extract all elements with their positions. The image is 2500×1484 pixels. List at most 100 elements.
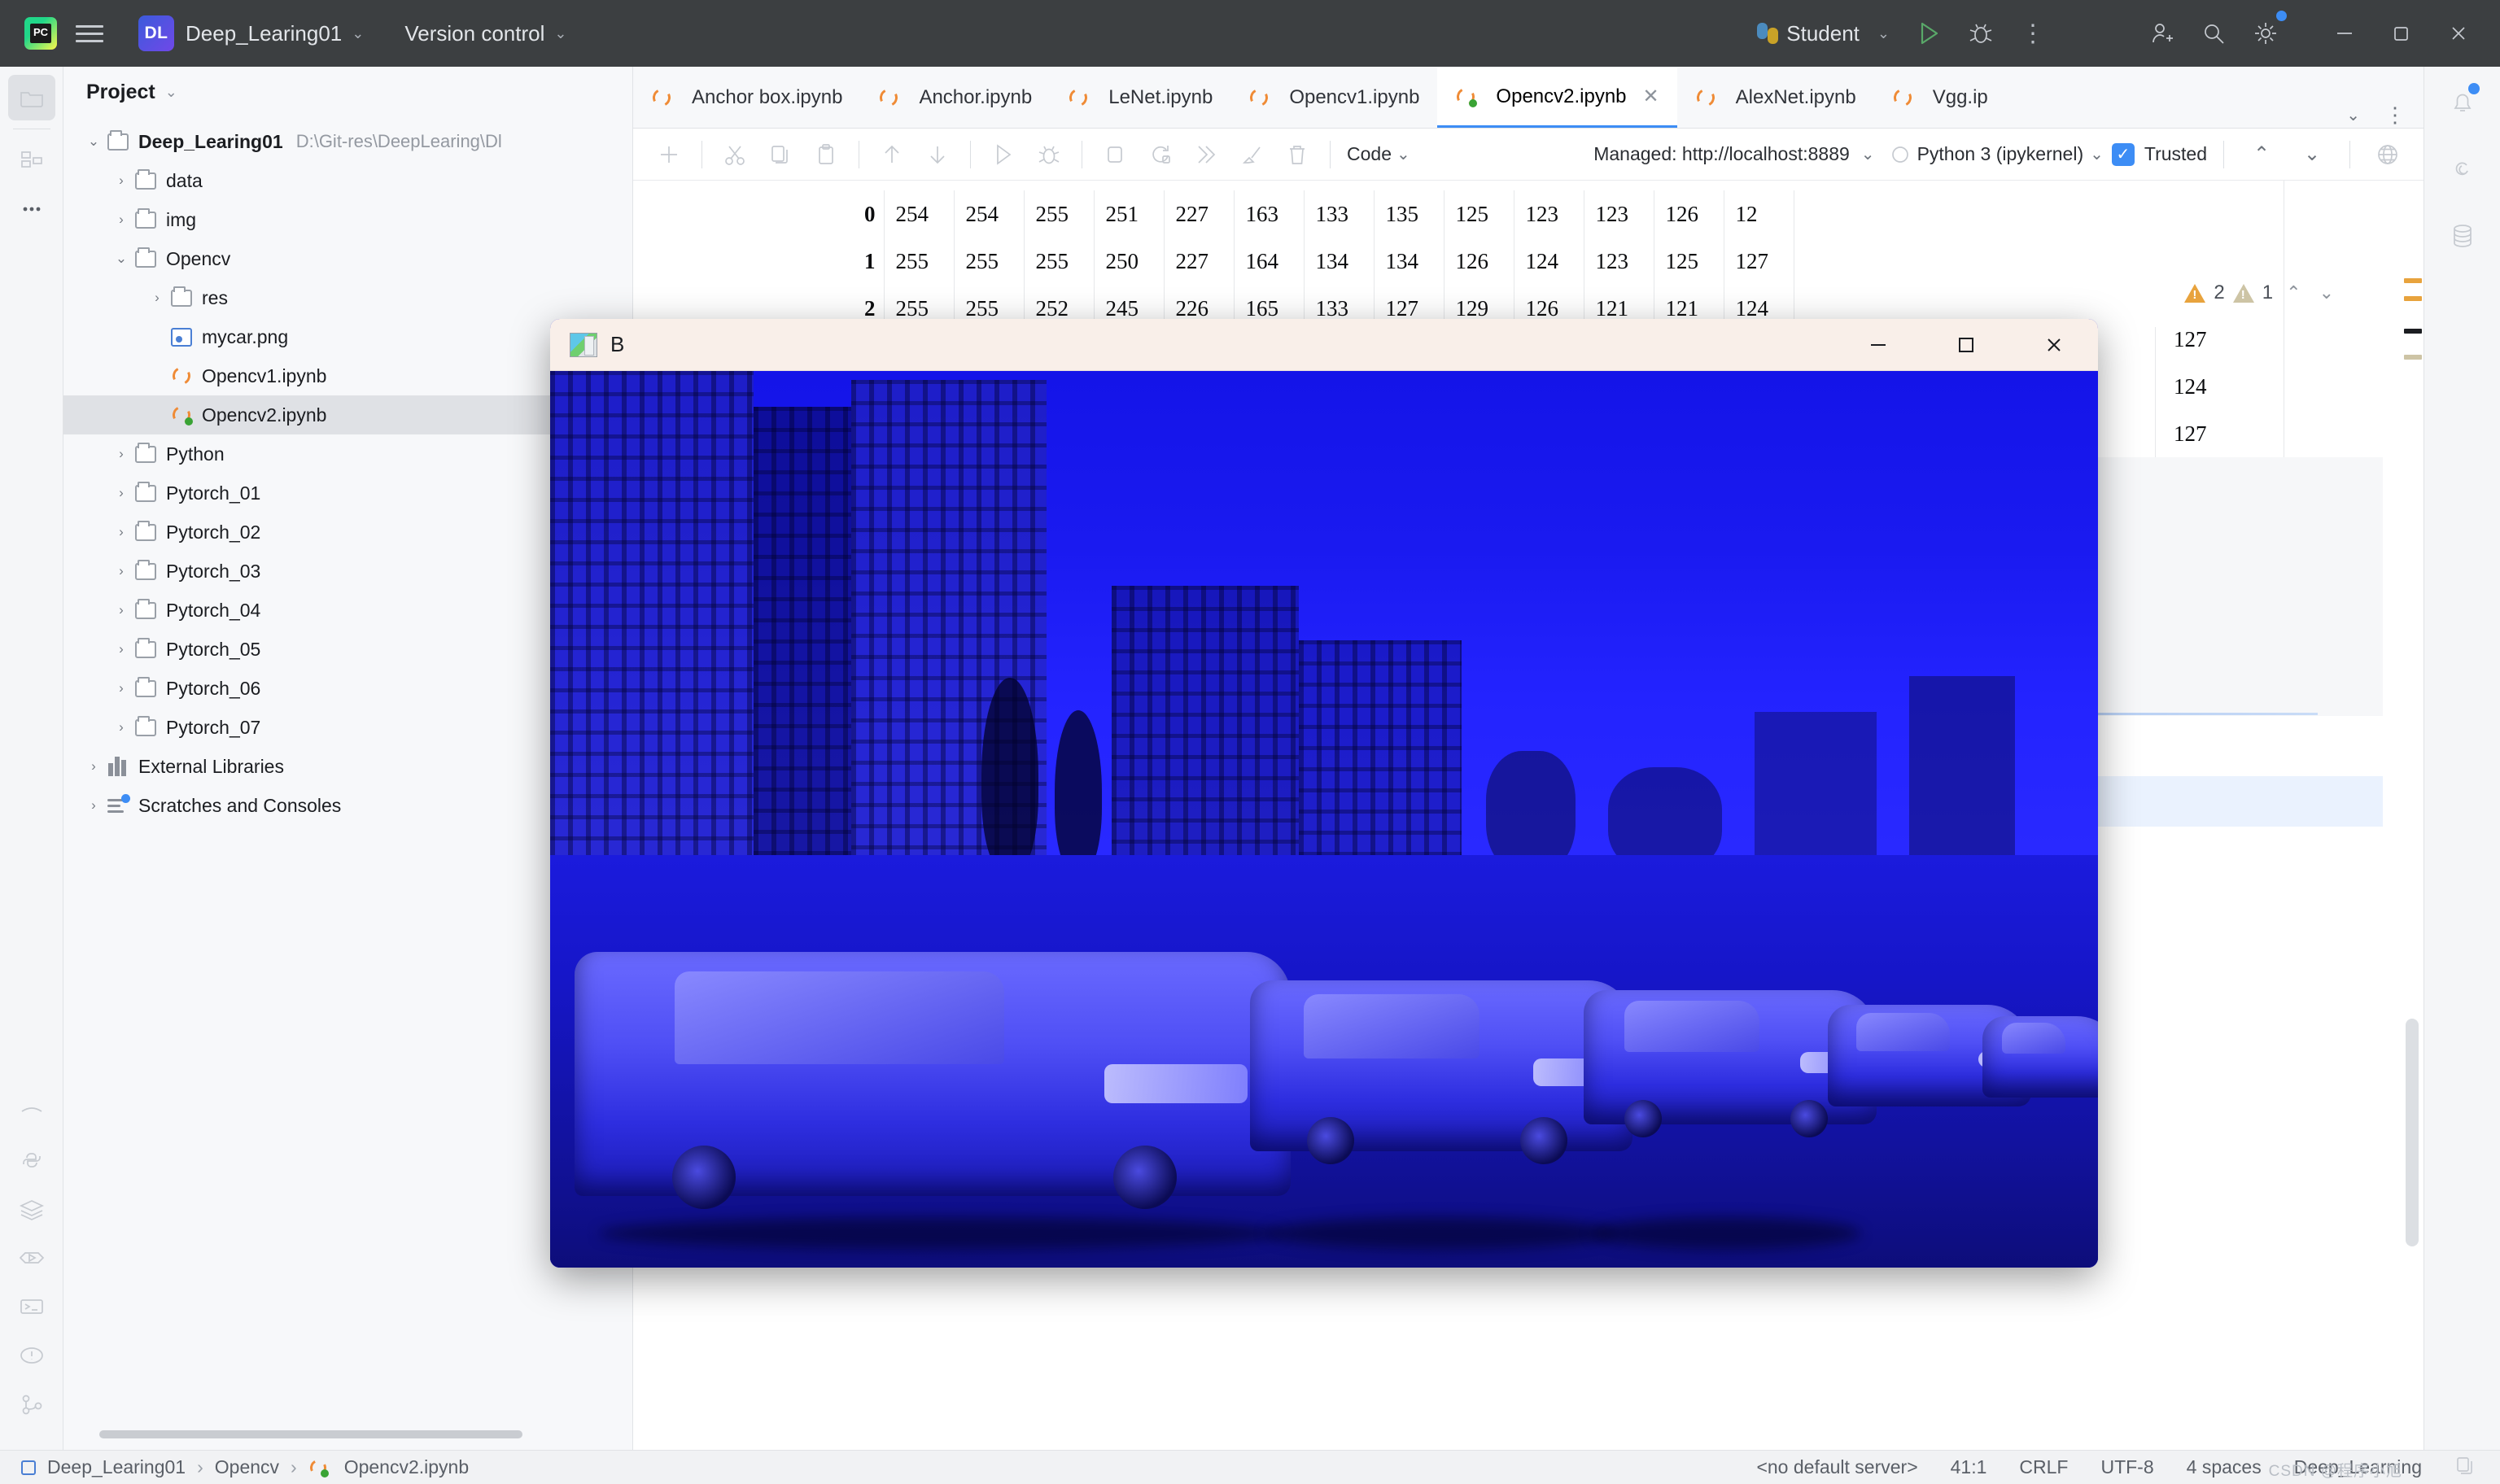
tab-opencv1[interactable]: Opencv1.ipynb [1230, 68, 1437, 128]
interrupt-kernel-button[interactable] [1094, 135, 1136, 174]
more-tool-icon[interactable] [8, 186, 55, 232]
tree-item-pytorch-06[interactable]: › Pytorch_06 [63, 669, 632, 708]
chevron-right-icon[interactable]: › [107, 641, 135, 657]
commit-tool-icon[interactable] [8, 137, 55, 183]
chevron-right-icon[interactable]: › [107, 719, 135, 735]
gutter-warning-mark[interactable] [2404, 278, 2422, 283]
previous-cell-button[interactable]: ⌃ [2240, 135, 2283, 174]
tree-item-python[interactable]: › Python [63, 434, 632, 474]
chevron-down-icon[interactable]: ⌄ [80, 133, 107, 150]
notifications-bell-icon[interactable] [2437, 78, 2488, 127]
status-server[interactable]: <no default server> [1756, 1456, 1917, 1478]
services-layers-icon[interactable] [8, 1186, 55, 1232]
tab-opencv2[interactable]: Opencv2.ipynb ✕ [1437, 68, 1677, 128]
project-tool-icon[interactable] [7, 75, 55, 120]
tree-item-opencv2-ipynb[interactable]: Opencv2.ipynb [63, 395, 632, 434]
more-vertical-icon[interactable]: ⋮ [2008, 9, 2057, 58]
tree-item-mycar-png[interactable]: mycar.png [63, 317, 632, 356]
status-clone-icon[interactable] [2454, 1455, 2476, 1481]
chevron-right-icon[interactable]: › [107, 680, 135, 696]
ai-assistant-icon[interactable] [2437, 145, 2488, 194]
run-configuration-selector[interactable]: Student ⌄ [1746, 16, 1901, 51]
tree-item-res[interactable]: › res [63, 278, 632, 317]
chevron-down-icon[interactable]: ⌄ [107, 251, 135, 267]
cut-cell-button[interactable] [714, 135, 756, 174]
tab-anchor[interactable]: Anchor.ipynb [860, 68, 1050, 128]
gutter-warning-mark[interactable] [2404, 296, 2422, 301]
next-problem-icon[interactable]: ⌄ [2314, 282, 2339, 303]
window-maximize-icon[interactable] [2375, 11, 2428, 56]
close-icon[interactable]: ✕ [1643, 85, 1659, 108]
inspection-widget[interactable]: 2 1 ⌃ ⌄ [2184, 282, 2339, 304]
problems-icon[interactable] [8, 1333, 55, 1378]
status-encoding[interactable]: UTF-8 [2100, 1456, 2153, 1478]
tree-item-external-libraries[interactable]: › External Libraries [63, 747, 632, 786]
paste-cell-button[interactable] [805, 135, 847, 174]
tree-item-opencv[interactable]: ⌄ Opencv [63, 239, 632, 278]
kernel-selector[interactable]: Python 3 (ipykernel) ⌄ [1890, 143, 2104, 165]
terminal-icon[interactable] [8, 1284, 55, 1329]
next-cell-button[interactable]: ⌄ [2291, 135, 2333, 174]
ai-assistant-icon[interactable] [8, 1089, 55, 1134]
run-icon[interactable] [1904, 9, 1953, 58]
window-close-icon[interactable] [2432, 11, 2485, 56]
tree-item-pytorch-07[interactable]: › Pytorch_07 [63, 708, 632, 747]
add-cell-button[interactable] [648, 135, 690, 174]
code-analysis-gutter[interactable] [2402, 181, 2424, 1450]
tree-item-pytorch-03[interactable]: › Pytorch_03 [63, 552, 632, 591]
debug-icon[interactable] [1956, 9, 2005, 58]
project-switcher[interactable]: DL Deep_Learing01 ⌄ [114, 11, 377, 56]
chevron-right-icon[interactable]: › [107, 485, 135, 501]
imshow-window[interactable]: B [550, 319, 2098, 1268]
run-all-cells-button[interactable] [1185, 135, 1227, 174]
chevron-right-icon[interactable]: › [143, 290, 171, 306]
chevron-right-icon[interactable]: › [80, 758, 107, 775]
chevron-right-icon[interactable]: › [80, 797, 107, 814]
tree-item-root[interactable]: ⌄ Deep_Learing01 D:\Git-res\DeepLearing\… [63, 122, 632, 161]
window-minimize-icon[interactable] [2318, 11, 2371, 56]
tab-list-chevron-down-icon[interactable]: ⌄ [2335, 105, 2371, 125]
trusted-checkbox[interactable]: ✓ Trusted [2111, 142, 2207, 166]
project-panel-horizontal-scrollbar[interactable] [99, 1430, 522, 1438]
search-icon[interactable] [2189, 9, 2238, 58]
python-packages-icon[interactable] [8, 1137, 55, 1183]
gutter-weak-warning-mark[interactable] [2404, 355, 2422, 360]
status-caret-position[interactable]: 41:1 [1951, 1456, 1987, 1478]
move-cell-up-button[interactable] [871, 135, 913, 174]
settings-gear-icon[interactable] [2241, 9, 2290, 58]
tree-item-data[interactable]: › data [63, 161, 632, 200]
imshow-maximize-button[interactable] [1922, 319, 2010, 371]
version-control-menu[interactable]: Version control ⌄ [391, 16, 579, 51]
run-cell-button[interactable] [982, 135, 1025, 174]
tree-item-pytorch-02[interactable]: › Pytorch_02 [63, 513, 632, 552]
tab-alexnet[interactable]: AlexNet.ipynb [1677, 68, 1874, 128]
breadcrumb-folder[interactable]: Opencv [215, 1456, 279, 1478]
debug-cell-button[interactable] [1028, 135, 1070, 174]
chevron-right-icon[interactable]: › [107, 212, 135, 228]
clear-outputs-button[interactable] [1230, 135, 1273, 174]
restart-kernel-button[interactable] [1139, 135, 1182, 174]
run-tool-icon[interactable] [8, 1235, 55, 1281]
imshow-title-bar[interactable]: B [550, 319, 2098, 371]
chevron-right-icon[interactable]: › [107, 602, 135, 618]
copy-cell-button[interactable] [759, 135, 802, 174]
imshow-close-button[interactable] [2010, 319, 2098, 371]
tab-more-vertical-icon[interactable]: ⋮ [2376, 103, 2414, 128]
chevron-right-icon[interactable]: › [107, 172, 135, 189]
previous-problem-icon[interactable]: ⌃ [2281, 282, 2306, 303]
database-icon[interactable] [2437, 212, 2488, 260]
chevron-right-icon[interactable]: › [107, 446, 135, 462]
add-user-icon[interactable] [2137, 9, 2186, 58]
tree-item-img[interactable]: › img [63, 200, 632, 239]
open-in-browser-icon[interactable] [2367, 135, 2409, 174]
version-control-icon[interactable] [8, 1381, 55, 1427]
tree-item-opencv1-ipynb[interactable]: Opencv1.ipynb [63, 356, 632, 395]
tab-anchor-box[interactable]: Anchor box.ipynb [633, 68, 860, 128]
tab-lenet[interactable]: LeNet.ipynb [1050, 68, 1230, 128]
cell-type-selector[interactable]: Code ⌄ [1342, 143, 1410, 165]
tree-item-scratches-and-consoles[interactable]: › Scratches and Consoles [63, 786, 632, 825]
breadcrumb-file[interactable]: Opencv2.ipynb [344, 1456, 469, 1478]
status-line-separator[interactable]: CRLF [2019, 1456, 2068, 1478]
breadcrumb-project[interactable]: Deep_Learing01 [47, 1456, 186, 1478]
editor-vertical-scrollbar[interactable] [2406, 1019, 2419, 1246]
